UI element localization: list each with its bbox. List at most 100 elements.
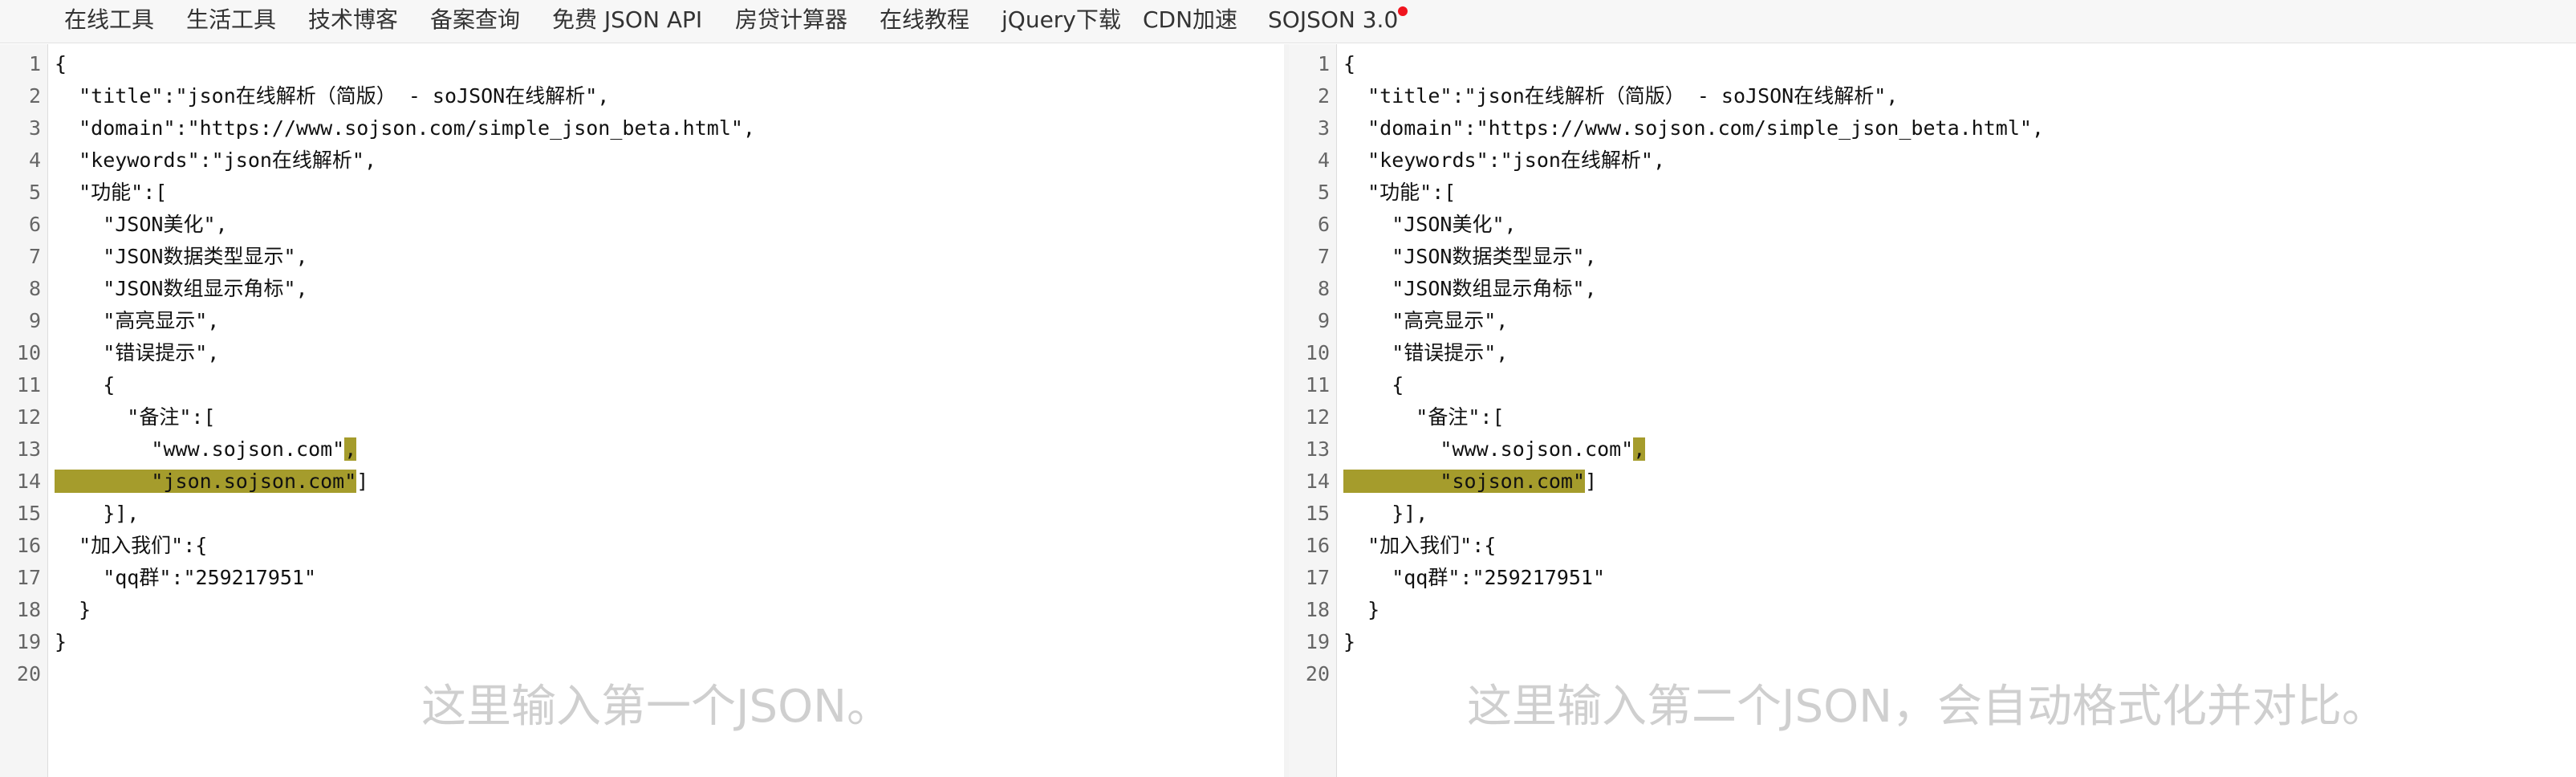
code-line[interactable]: "JSON美化", xyxy=(1343,213,1516,237)
line-number: 5 xyxy=(28,181,41,204)
code-line[interactable]: "错误提示", xyxy=(55,341,219,365)
line-number: 1 xyxy=(28,52,41,75)
nav-online-tools[interactable]: 在线工具 xyxy=(64,0,154,40)
code-line[interactable]: "json.sojson.com"] xyxy=(55,470,368,494)
code-area[interactable]: { "title":"json在线解析（简版） - soJSON在线解析", "… xyxy=(1343,44,2576,777)
line-number: 9 xyxy=(1317,309,1330,332)
line-number: 11 xyxy=(1305,373,1330,397)
code-line[interactable]: "title":"json在线解析（简版） - soJSON在线解析", xyxy=(55,84,609,108)
diff-highlight: , xyxy=(344,437,357,461)
editor-placeholder: 这里输入第二个JSON，会自动格式化并对比。 xyxy=(1467,681,2387,733)
code-line[interactable]: "功能":[ xyxy=(1343,181,1456,205)
line-number: 6 xyxy=(1317,213,1330,236)
line-number-gutter: 1 2 3 4 5 6 7 8 9 10 11 12 13 14 15 16 17 18 19 20 xyxy=(1289,44,1337,777)
diff-highlight: , xyxy=(1633,437,1646,461)
code-line[interactable]: "sojson.com"] xyxy=(1343,470,1597,494)
new-badge-dot xyxy=(1398,6,1408,16)
line-number: 4 xyxy=(1317,148,1330,172)
line-number: 12 xyxy=(1305,405,1330,429)
code-line[interactable]: } xyxy=(1343,598,1379,622)
line-number: 15 xyxy=(1305,502,1330,525)
line-number: 2 xyxy=(28,84,41,108)
right-json-editor[interactable]: 1 2 3 4 5 6 7 8 9 10 11 12 13 14 15 16 17 18 19 20 { "title… xyxy=(1289,44,2576,777)
code-line[interactable]: "JSON美化", xyxy=(55,213,227,237)
code-line[interactable]: "domain":"https://www.sojson.com/simple_… xyxy=(1343,116,2044,140)
code-line[interactable]: "domain":"https://www.sojson.com/simple_… xyxy=(55,116,755,140)
code-line[interactable]: "加入我们":{ xyxy=(1343,534,1496,558)
nav-jquery-download[interactable]: jQuery下载 xyxy=(1002,0,1121,40)
line-number: 10 xyxy=(1305,341,1330,364)
line-number: 2 xyxy=(1317,84,1330,108)
line-number-gutter: 1 2 3 4 5 6 7 8 9 10 11 12 13 14 15 16 17 18 19 20 xyxy=(0,44,48,777)
code-line[interactable]: "keywords":"json在线解析", xyxy=(55,148,376,173)
code-line[interactable]: } xyxy=(55,630,67,654)
line-number: 3 xyxy=(28,116,41,140)
code-line[interactable]: "备注":[ xyxy=(55,405,215,429)
line-number: 18 xyxy=(16,598,41,621)
nav-icp-query[interactable]: 备案查询 xyxy=(430,0,520,40)
code-line[interactable]: "www.sojson.com", xyxy=(55,437,357,462)
line-number: 19 xyxy=(1305,630,1330,653)
line-number: 14 xyxy=(16,470,41,493)
line-number: 9 xyxy=(28,309,41,332)
line-number: 7 xyxy=(1317,245,1330,268)
line-number: 13 xyxy=(16,437,41,461)
line-number: 5 xyxy=(1317,181,1330,204)
diff-highlight: "json.sojson.com" xyxy=(55,470,357,493)
code-line[interactable]: "www.sojson.com", xyxy=(1343,437,1646,462)
nav-tutorials[interactable]: 在线教程 xyxy=(880,0,969,40)
code-line[interactable]: }], xyxy=(1343,502,1428,526)
code-line[interactable]: "高亮显示", xyxy=(55,309,219,333)
nav-tech-blog[interactable]: 技术博客 xyxy=(308,0,398,40)
line-number: 16 xyxy=(1305,534,1330,557)
line-number: 6 xyxy=(28,213,41,236)
code-line[interactable]: { xyxy=(55,52,67,76)
code-line[interactable]: "高亮显示", xyxy=(1343,309,1508,333)
code-line[interactable]: "keywords":"json在线解析", xyxy=(1343,148,1665,173)
code-line[interactable]: { xyxy=(55,373,115,397)
code-line[interactable]: "qq群":"259217951" xyxy=(1343,566,1605,590)
line-number: 18 xyxy=(1305,598,1330,621)
line-number: 8 xyxy=(28,277,41,300)
nav-sojson-3[interactable]: SOJSON 3.0 xyxy=(1268,0,1398,40)
line-number: 12 xyxy=(16,405,41,429)
code-line[interactable]: "功能":[ xyxy=(55,181,167,205)
top-nav: 在线工具 生活工具 技术博客 备案查询 免费 JSON API 房贷计算器 在线… xyxy=(0,0,2576,43)
code-line[interactable]: { xyxy=(1343,52,1355,76)
code-line[interactable]: } xyxy=(1343,630,1355,654)
code-line[interactable]: "加入我们":{ xyxy=(55,534,207,558)
line-number: 17 xyxy=(16,566,41,589)
editor-placeholder: 这里输入第一个JSON。 xyxy=(421,681,892,733)
code-line[interactable]: "备注":[ xyxy=(1343,405,1504,429)
line-number: 16 xyxy=(16,534,41,557)
line-number: 1 xyxy=(1317,52,1330,75)
nav-mortgage-calc[interactable]: 房贷计算器 xyxy=(735,0,847,40)
line-number: 13 xyxy=(1305,437,1330,461)
code-area[interactable]: { "title":"json在线解析（简版） - soJSON在线解析", "… xyxy=(55,44,1284,777)
line-number: 8 xyxy=(1317,277,1330,300)
code-line[interactable]: "JSON数组显示角标", xyxy=(55,277,307,301)
code-line[interactable]: "JSON数据类型显示", xyxy=(1343,245,1596,269)
line-number: 14 xyxy=(1305,470,1330,493)
line-number: 19 xyxy=(16,630,41,653)
code-line[interactable]: "JSON数据类型显示", xyxy=(55,245,307,269)
diff-highlight: "sojson.com" xyxy=(1343,470,1586,493)
code-line[interactable]: "JSON数组显示角标", xyxy=(1343,277,1596,301)
line-number: 17 xyxy=(1305,566,1330,589)
code-line[interactable]: "错误提示", xyxy=(1343,341,1508,365)
line-number: 7 xyxy=(28,245,41,268)
code-line[interactable]: } xyxy=(55,598,91,622)
nav-free-json-api[interactable]: 免费 JSON API xyxy=(552,0,702,40)
line-number: 20 xyxy=(16,662,41,685)
code-line[interactable]: }], xyxy=(55,502,139,526)
code-line[interactable]: { xyxy=(1343,373,1404,397)
code-line[interactable]: "qq群":"259217951" xyxy=(55,566,316,590)
nav-cdn[interactable]: CDN加速 xyxy=(1143,0,1237,40)
left-json-editor[interactable]: 1 2 3 4 5 6 7 8 9 10 11 12 13 14 15 16 17 18 19 20 { "title… xyxy=(0,44,1284,777)
line-number: 3 xyxy=(1317,116,1330,140)
line-number: 11 xyxy=(16,373,41,397)
nav-life-tools[interactable]: 生活工具 xyxy=(186,0,276,40)
code-line[interactable]: "title":"json在线解析（简版） - soJSON在线解析", xyxy=(1343,84,1898,108)
line-number: 15 xyxy=(16,502,41,525)
line-number: 20 xyxy=(1305,662,1330,685)
